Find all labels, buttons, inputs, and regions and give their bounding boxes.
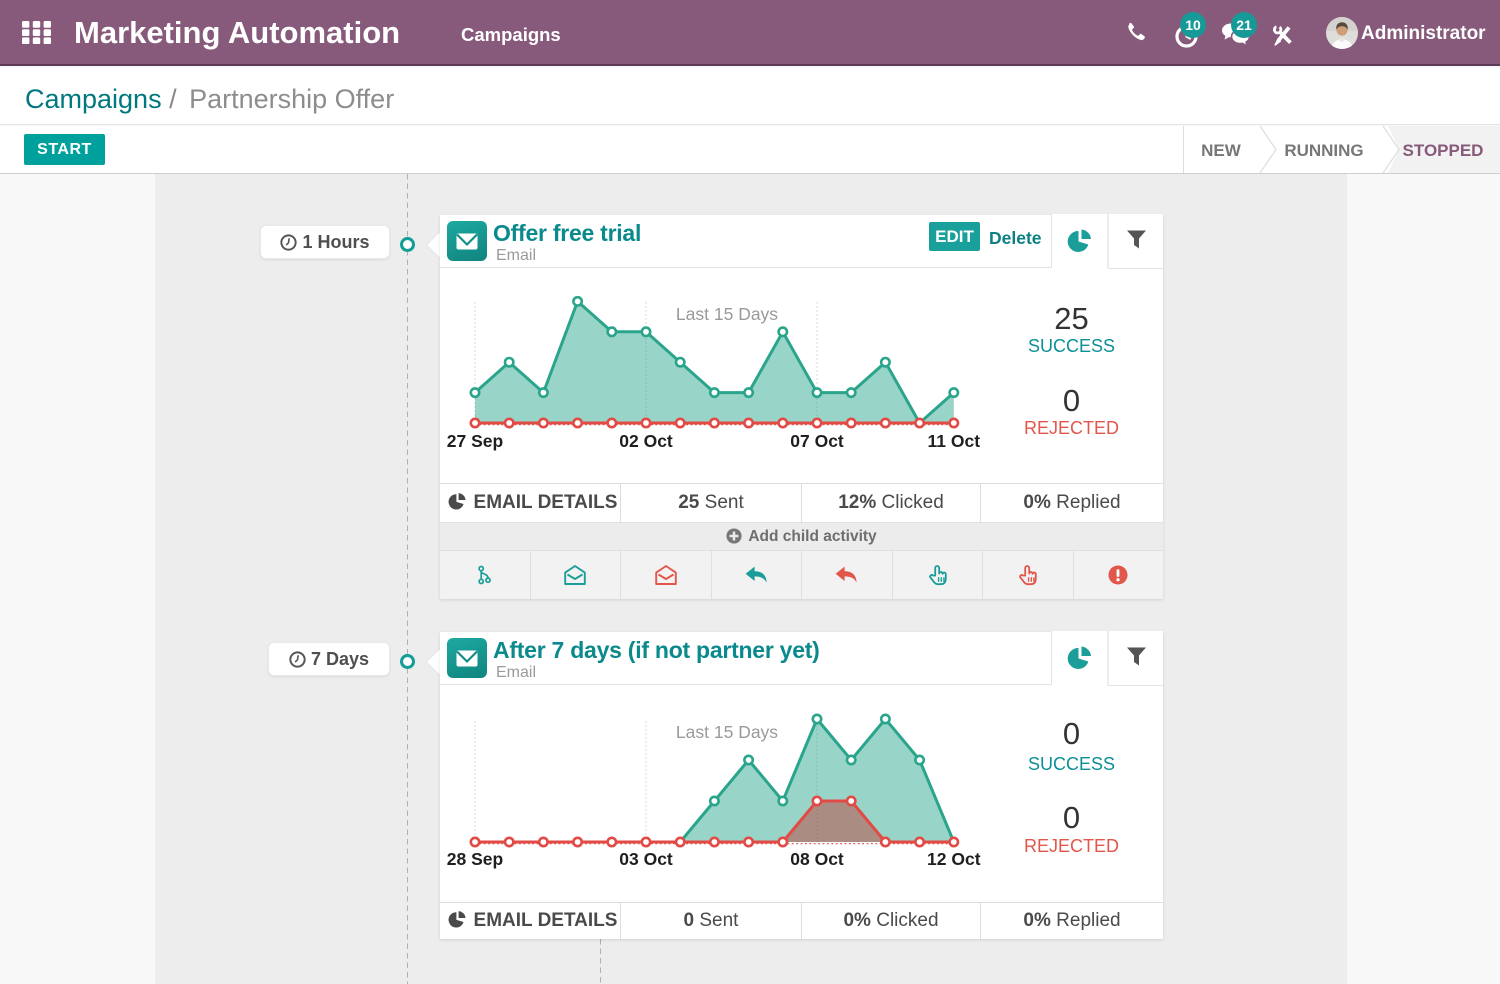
svg-text:RUNNING: RUNNING xyxy=(1284,141,1363,160)
svg-text:NEW: NEW xyxy=(1201,141,1242,160)
svg-text:07 Oct: 07 Oct xyxy=(790,431,844,451)
svg-text:03 Oct: 03 Oct xyxy=(619,849,673,869)
svg-text:28 Sep: 28 Sep xyxy=(447,849,503,869)
svg-text:STOPPED: STOPPED xyxy=(1403,141,1484,160)
svg-text:11 Oct: 11 Oct xyxy=(928,431,981,451)
svg-text:27 Sep: 27 Sep xyxy=(447,431,503,451)
svg-text:12 Oct: 12 Oct xyxy=(927,849,981,869)
svg-text:Last 15 Days: Last 15 Days xyxy=(676,304,778,324)
svg-text:02 Oct: 02 Oct xyxy=(619,431,673,451)
svg-text:08 Oct: 08 Oct xyxy=(790,849,844,869)
svg-text:Last 15 Days: Last 15 Days xyxy=(676,722,778,742)
